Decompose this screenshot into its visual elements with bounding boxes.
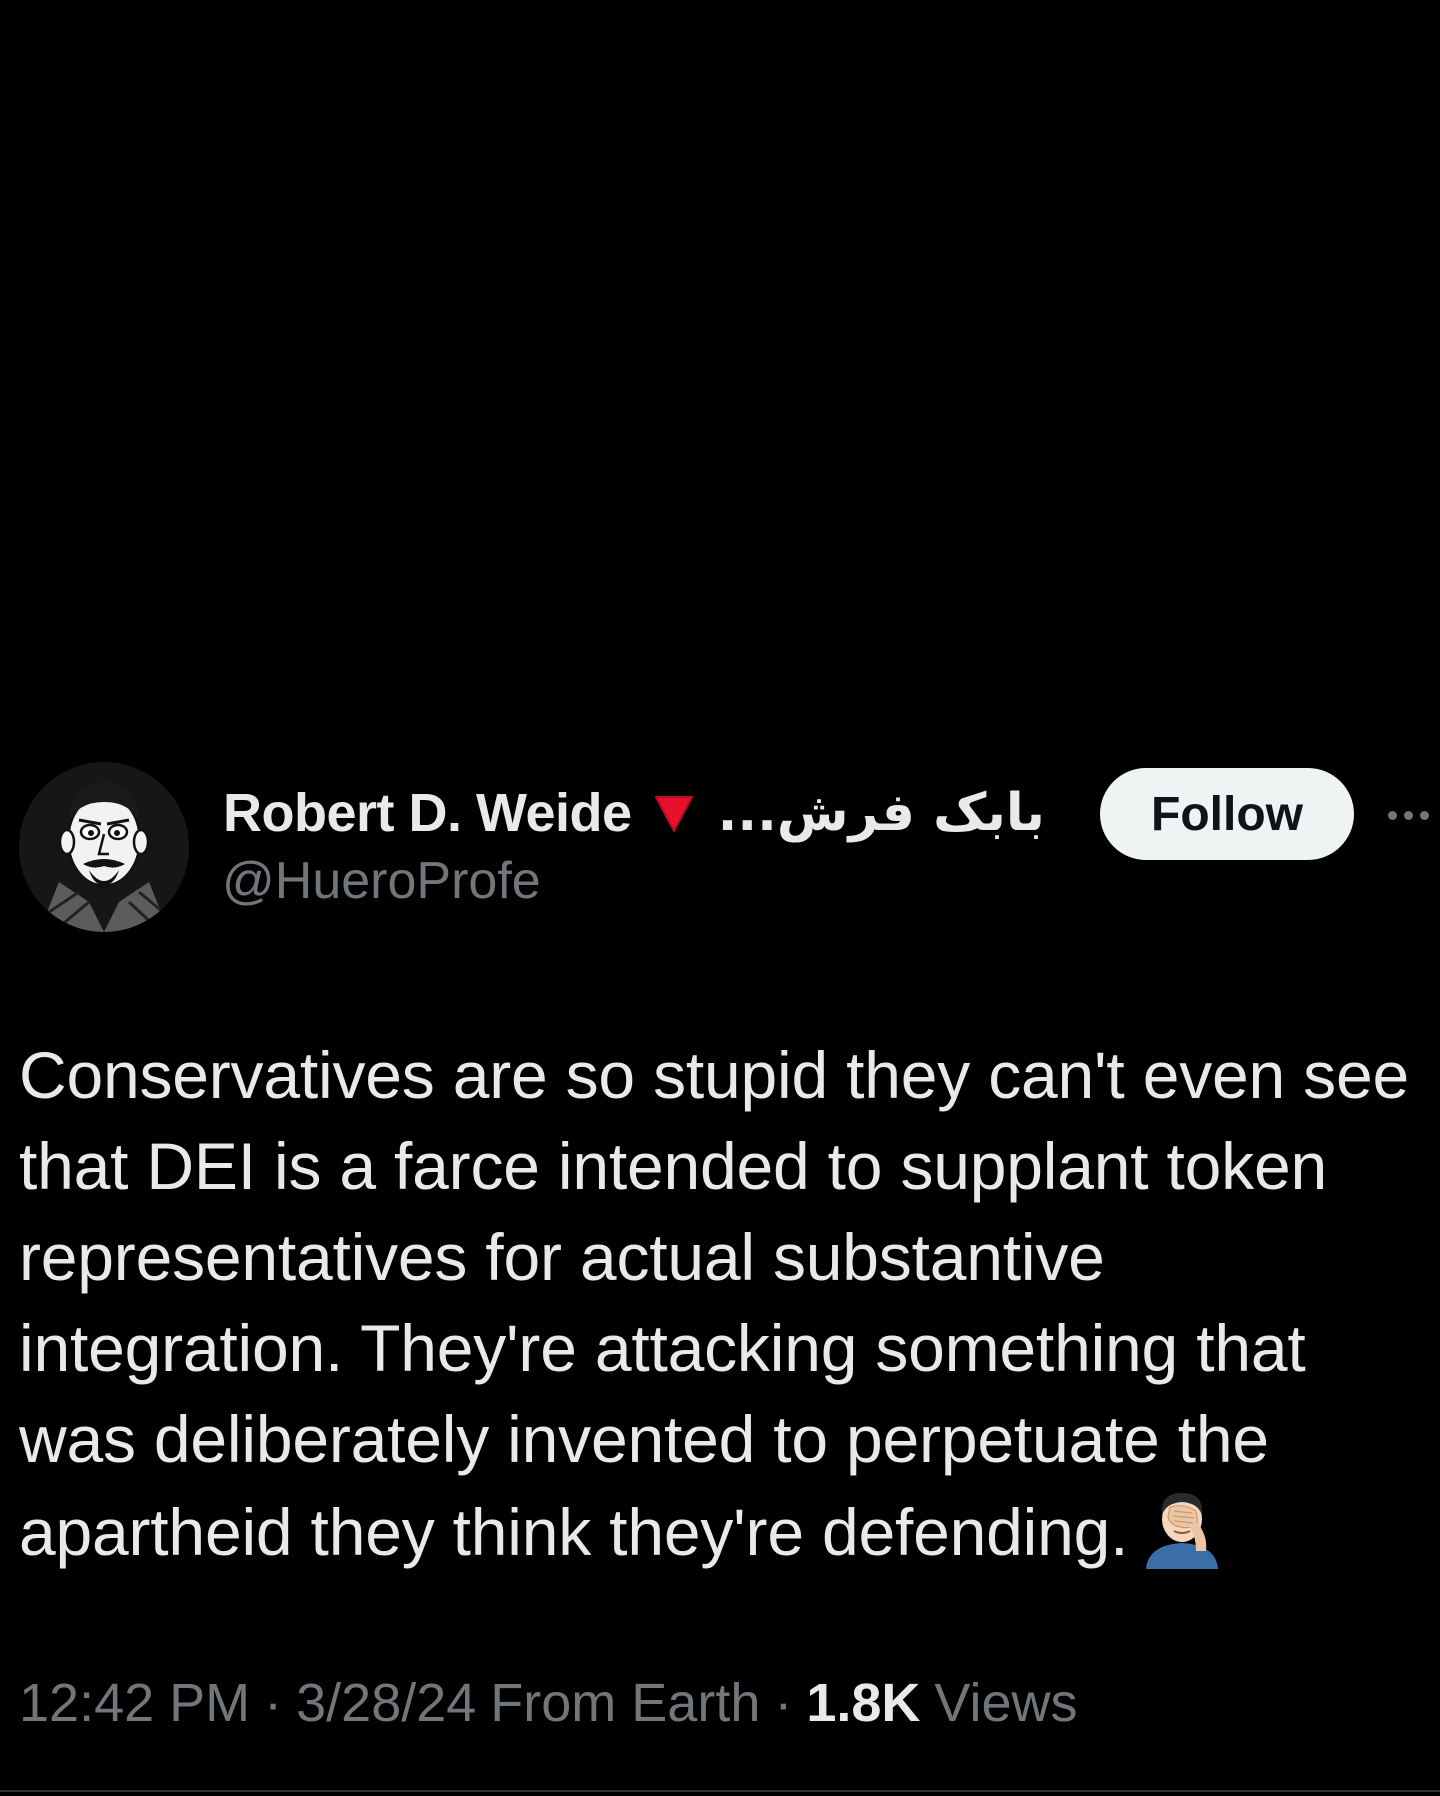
ellipsis-dot [1388, 810, 1397, 820]
ellipsis-dot [1404, 810, 1413, 820]
author-handle[interactable]: @HueroProfe [222, 851, 541, 911]
tweet-text: Conservatives are so stupid they can't e… [19, 1030, 1429, 1578]
follow-button[interactable]: Follow [1100, 768, 1354, 860]
tweet-time[interactable]: 12:42 PM [19, 1672, 250, 1734]
tweet-date[interactable]: 3/28/24 [296, 1672, 476, 1734]
meta-separator: · [264, 1673, 283, 1733]
views-label[interactable]: Views [934, 1672, 1077, 1734]
tweet-source: From Earth [490, 1673, 761, 1733]
facepalm-emoji-icon [1140, 1485, 1224, 1569]
avatar[interactable] [19, 762, 189, 932]
author-name-row[interactable]: Robert D. Weide بابک فرش... [223, 778, 1045, 848]
ellipsis-icon[interactable] [1388, 790, 1440, 840]
divider [0, 1790, 1440, 1792]
display-name[interactable]: Robert D. Weide [223, 782, 632, 844]
meta-separator: · [774, 1673, 793, 1733]
ellipsis-dot [1420, 810, 1429, 820]
red-triangle-icon [652, 791, 696, 835]
views-count[interactable]: 1.8K [806, 1672, 920, 1734]
cartoon-portrait-icon [19, 762, 189, 932]
secondary-name[interactable]: بابک فرش... [718, 783, 1045, 843]
tweet-meta: 12:42 PM · 3/28/24 From Earth · 1.8K Vie… [19, 1672, 1078, 1734]
tweet-detail: Robert D. Weide بابک فرش... @HueroProfe … [0, 0, 1440, 1796]
